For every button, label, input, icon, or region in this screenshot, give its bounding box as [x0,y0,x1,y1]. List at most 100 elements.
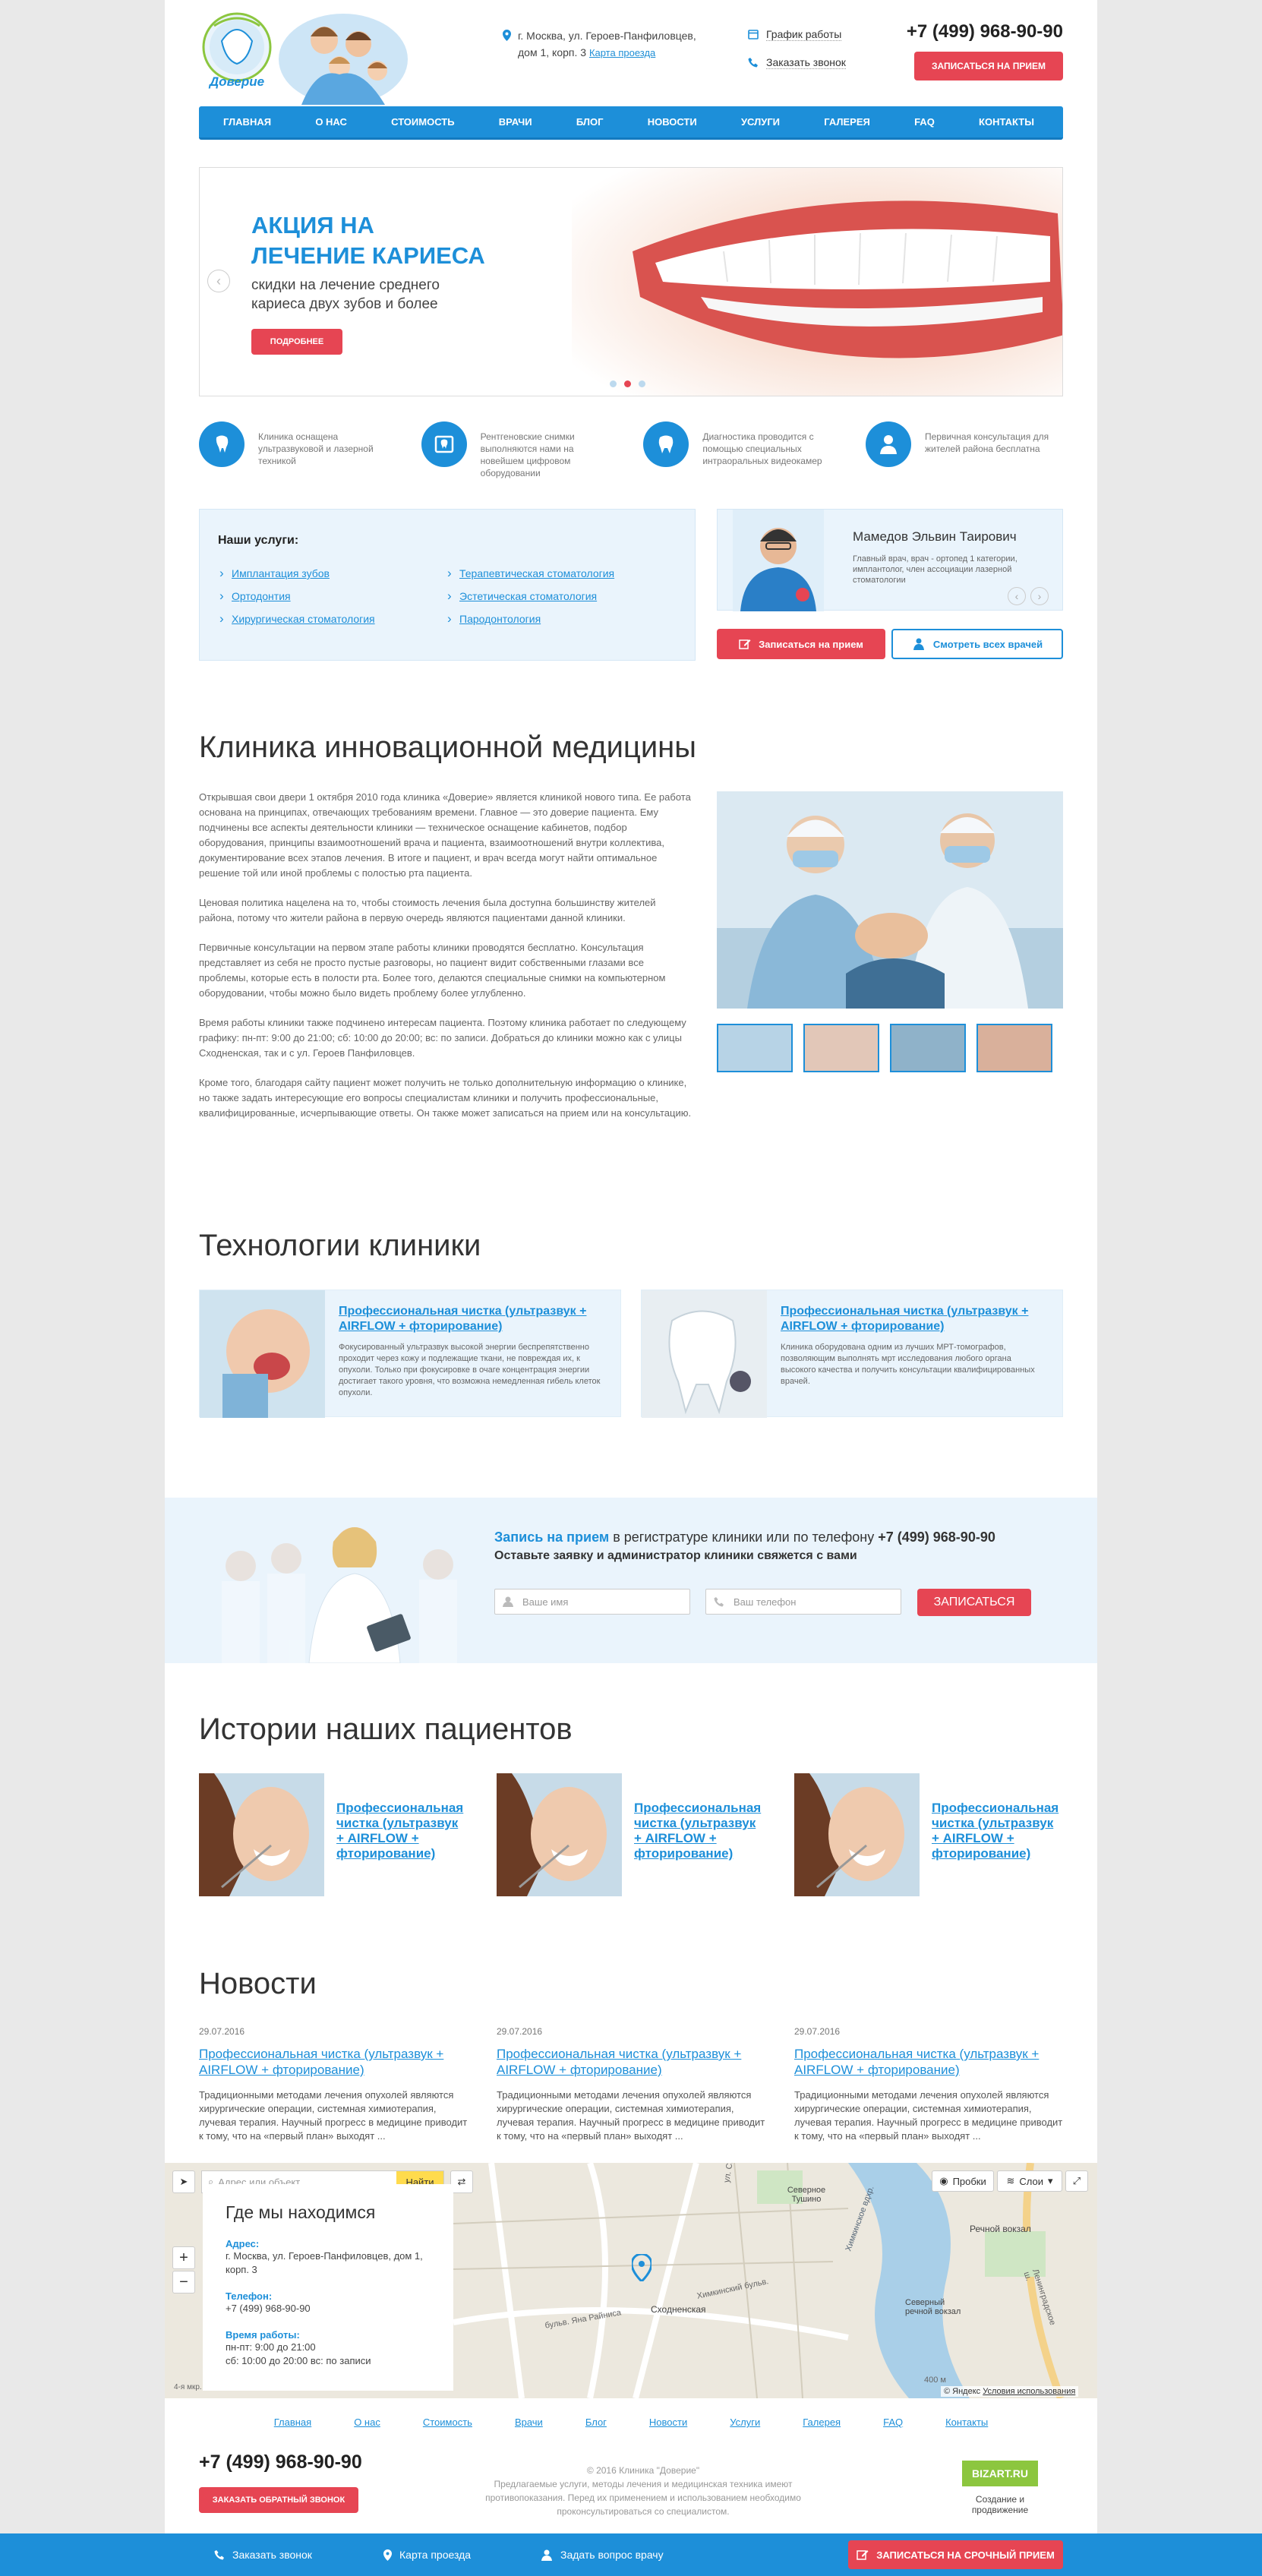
phone-icon [748,58,758,68]
map-terms-link[interactable]: Условия использования [983,2387,1075,2396]
callback-link-label: Заказать звонок [766,55,846,69]
footer-nav-item[interactable]: Стоимость [423,2417,472,2428]
footer-copyright: © 2016 Клиника "Доверие" Предлагаемые ус… [485,2465,801,2517]
bottom-ask-link[interactable]: Задать вопрос врачу [541,2533,664,2576]
story-title[interactable]: Профессиональная чистка (ультразвук + AI… [336,1773,468,1896]
footer-callback-button[interactable]: Заказать обратный звонок [199,2487,358,2513]
tech-card-title[interactable]: Профессиональная чистка (ультразвук + AI… [339,1304,607,1334]
map-locate-button[interactable]: ➤ [172,2170,195,2193]
map-link[interactable]: Карта проезда [589,47,655,58]
footer-nav-item[interactable]: Новости [649,2417,687,2428]
all-doctors-button[interactable]: Смотреть всех врачей [891,629,1063,659]
slider-prev-button[interactable]: ‹ [207,270,230,292]
name-input[interactable]: Ваше имя [494,1589,690,1615]
footer-nav-item[interactable]: Блог [585,2417,607,2428]
nav-item-prices[interactable]: Стоимость [391,116,454,128]
doctor-card: Мамедов Эльвин Таирович Главный врач, вр… [717,509,1063,611]
traffic-icon: ◉ [939,2175,948,2186]
nav-item-news[interactable]: Новости [648,116,697,128]
map-fullscreen-button[interactable]: ⤢ [1065,2170,1088,2192]
slider-dot-active[interactable] [624,380,631,387]
doctors-icon [913,638,924,650]
doctor-book-button[interactable]: Записаться на прием [717,629,885,659]
news-title-link[interactable]: Профессиональная чистка (ультразвук + AI… [199,2046,468,2078]
footer-nav-item[interactable]: Галерея [803,2417,841,2428]
nav-item-about[interactable]: О нас [315,116,347,128]
phone-icon [714,1597,724,1607]
footer-nav-item[interactable]: Услуги [730,2417,760,2428]
navigation-arrow-icon: ➤ [179,2176,188,2187]
slider-dot[interactable] [639,380,645,387]
header-phone[interactable]: +7 (499) 968-90-90 [907,21,1063,43]
service-link[interactable]: Ортодонтия [218,589,446,604]
route-icon: ⇄ [457,2176,466,2187]
footer-nav-item[interactable]: О нас [354,2417,380,2428]
footer-phone[interactable]: +7 (499) 968-90-90 [199,2451,362,2473]
stories-title: Истории наших пациентов [199,1713,573,1746]
nav-item-contacts[interactable]: Контакты [979,116,1034,128]
feature-item: Первичная консультация для жителей район… [865,421,1063,479]
news-title-link[interactable]: Профессиональная чистка (ультразвук + AI… [497,2046,765,2078]
story-item: Профессиональная чистка (ультразвук + AI… [794,1773,1063,1896]
map-layers-button[interactable]: ≋ Слои ▾ [997,2170,1062,2192]
patient-photo [497,1773,622,1896]
service-link[interactable]: Терапевтическая стоматология [446,566,674,581]
minus-icon: − [179,2273,188,2290]
bizart-logo[interactable]: BIZART.RU [962,2461,1038,2486]
tooth-icon [643,421,689,467]
map-route-button[interactable]: ⇄ [450,2170,473,2193]
doctor-prev-button[interactable]: ‹ [1008,587,1026,605]
nav-item-blog[interactable]: Блог [576,116,604,128]
slider-dot[interactable] [610,380,617,387]
nav-item-doctors[interactable]: Врачи [499,116,532,128]
plus-icon: + [179,2249,188,2266]
nav-item-faq[interactable]: FAQ [914,116,935,128]
footer-nav-item[interactable]: Контакты [945,2417,988,2428]
map[interactable]: ул. Свободы Сходненская бульв. Яна Райни… [165,2163,1097,2398]
phone-input[interactable]: Ваш телефон [705,1589,901,1615]
gallery-thumb[interactable] [976,1024,1052,1072]
doctor-next-button[interactable]: › [1030,587,1049,605]
features: Клиника оснащена ультразвуковой и лазерн… [199,421,1063,479]
urgent-appointment-button[interactable]: Записаться на срочный прием [848,2540,1063,2569]
map-station-label: Речной вокзал [970,2224,1031,2234]
service-link[interactable]: Имплантация зубов [218,566,446,581]
appointment-button[interactable]: Записаться на прием [914,52,1063,80]
feature-item: Диагностика проводится с помощью специал… [643,421,841,479]
footer-nav-item[interactable]: FAQ [883,2417,903,2428]
slider-dots [610,380,645,387]
gallery-thumb[interactable] [803,1024,879,1072]
callback-link[interactable]: Заказать звонок [748,54,846,71]
gallery-thumb[interactable] [890,1024,966,1072]
bottom-call-link[interactable]: Заказать звонок [214,2533,312,2576]
footer-nav: Главная О нас Стоимость Врачи Блог Новос… [165,2417,1097,2428]
gallery-thumb[interactable] [717,1024,793,1072]
map-traffic-button[interactable]: ◉ Пробки [932,2170,994,2192]
schedule-link[interactable]: График работы [748,26,846,43]
story-title[interactable]: Профессиональная чистка (ультразвук + AI… [932,1773,1063,1896]
map-zoom-in-button[interactable]: + [172,2246,195,2269]
patient-photo [794,1773,920,1896]
service-link[interactable]: Пародонтология [446,611,674,627]
nav-item-gallery[interactable]: Галерея [824,116,870,128]
nav-item-services[interactable]: Услуги [741,116,780,128]
story-title[interactable]: Профессиональная чистка (ультразвук + AI… [634,1773,765,1896]
map-zoom-out-button[interactable]: − [172,2271,195,2293]
service-link[interactable]: Хирургическая стоматология [218,611,446,627]
map-marker-icon[interactable] [632,2254,652,2281]
tech-image [642,1290,767,1418]
news-title-link[interactable]: Профессиональная чистка (ультразвук + AI… [794,2046,1063,2078]
nav-item-home[interactable]: Главная [223,116,271,128]
submit-appointment-button[interactable]: Записаться [917,1589,1031,1616]
service-link[interactable]: Эстетическая стоматология [446,589,674,604]
footer-nav-item[interactable]: Врачи [515,2417,543,2428]
edit-icon [739,639,751,649]
slide-more-button[interactable]: Подробнее [251,329,342,355]
bottom-map-link[interactable]: Карта проезда [383,2533,471,2576]
doctor-photo [733,510,824,611]
smile-image [572,168,1062,396]
map-copyright: © Яндекс Условия использования [941,2386,1079,2397]
logo[interactable]: Доверие [199,11,275,99]
tech-card-title[interactable]: Профессиональная чистка (ультразвук + AI… [781,1304,1049,1334]
footer-nav-item[interactable]: Главная [274,2417,311,2428]
